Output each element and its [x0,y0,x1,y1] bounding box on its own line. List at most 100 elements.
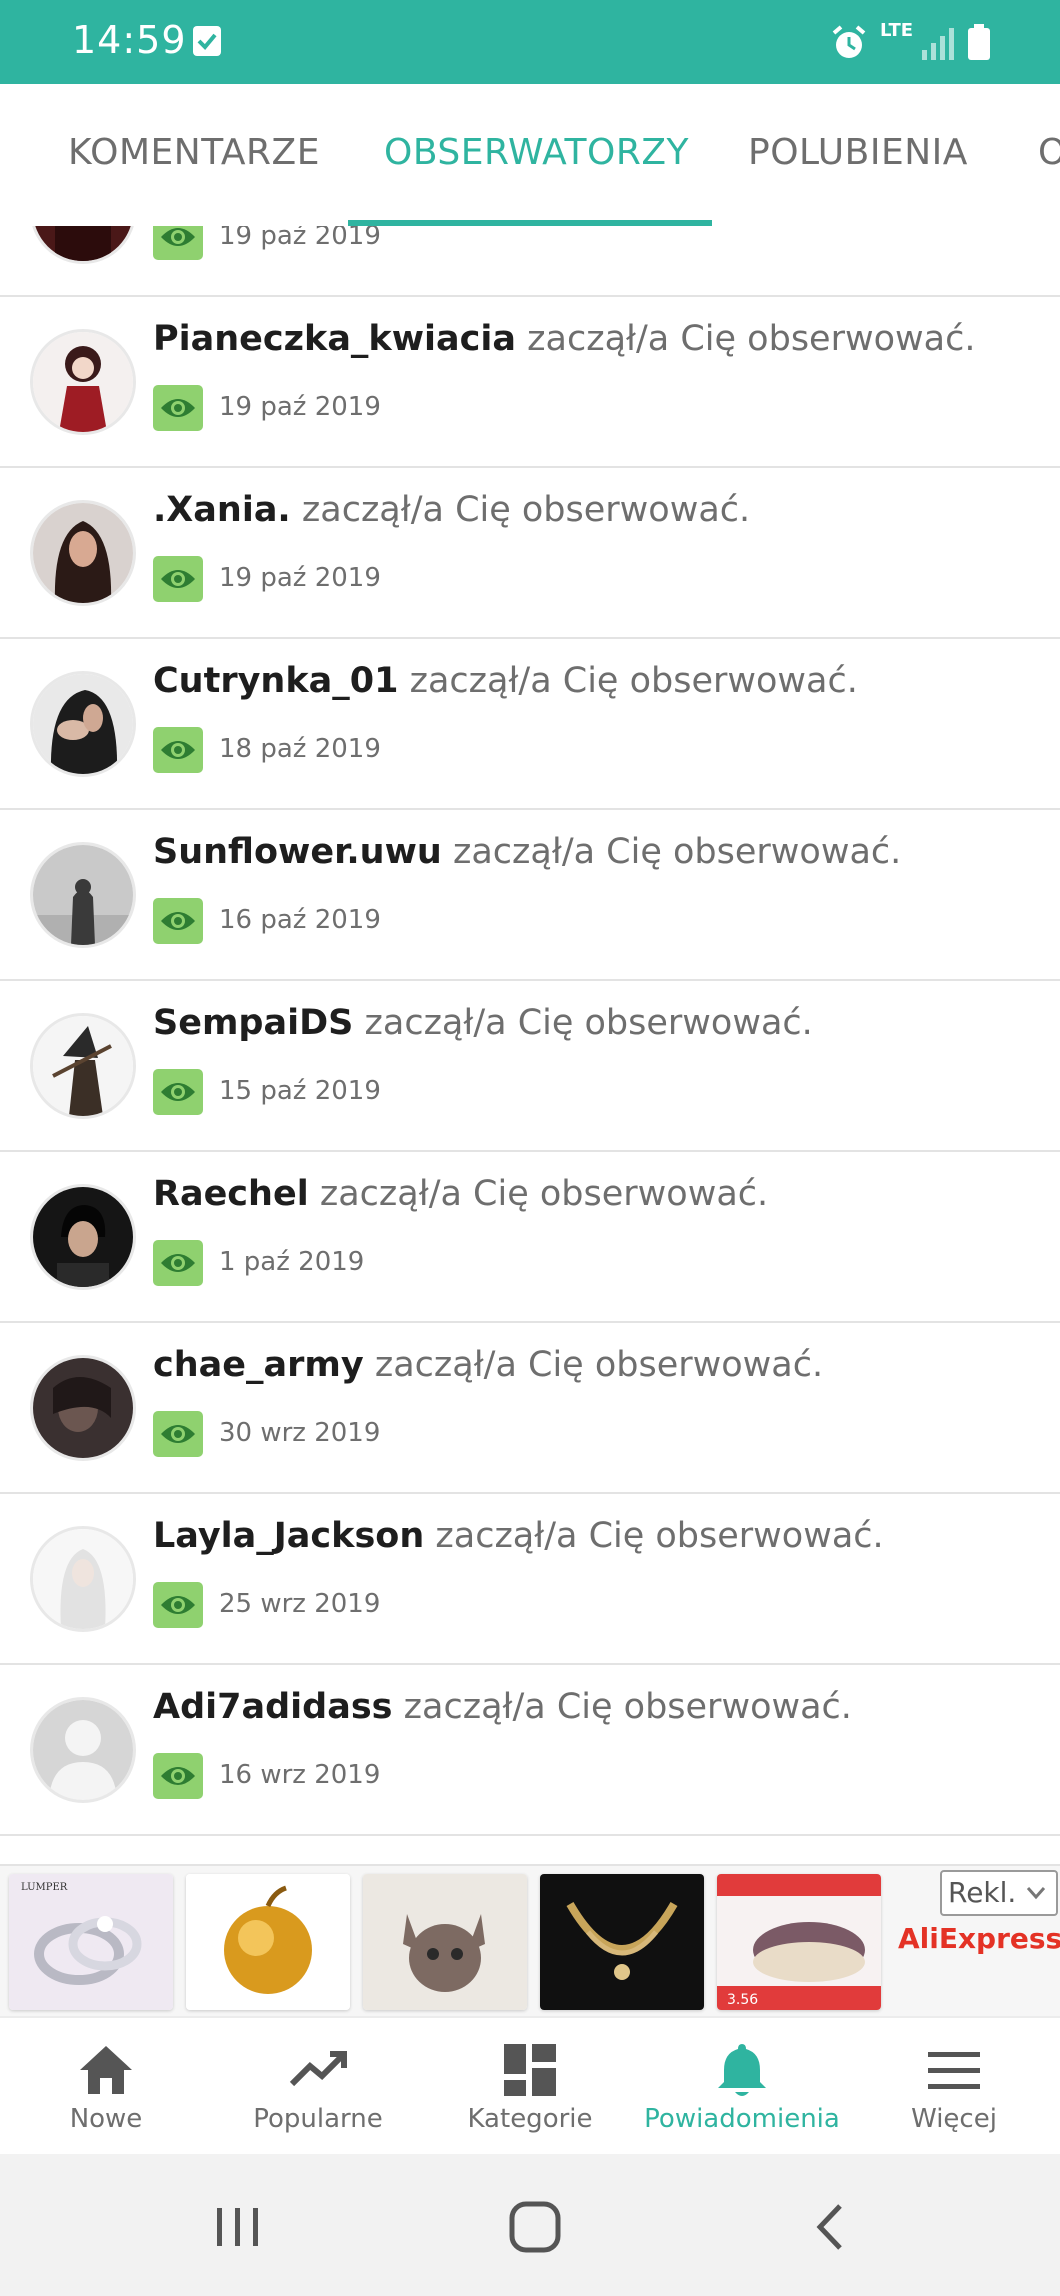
notification-action: zaczął/a Cię obserwować. [452,832,902,872]
list-item[interactable]: SempaiDS zaczął/a Cię obserwować. 15 paź… [0,981,1060,1152]
nav-kategorie[interactable]: Kategorie [424,2018,636,2156]
ad-choices-badge[interactable]: Rekl. [940,1870,1058,1916]
svg-text:3.56: 3.56 [727,1992,758,2008]
username-link[interactable]: SempaiDS [153,1003,353,1043]
chevron-down-icon [1026,1887,1046,1900]
svg-text:LUMPER: LUMPER [21,1882,68,1893]
username-link[interactable]: Sunflower.uwu [153,832,442,872]
notification-action: zaczął/a Cię obserwować. [435,1516,884,1556]
list-item[interactable]: Layla_Jackson zaczął/a Cię obserwować. 2… [0,1494,1060,1665]
eye-icon [153,727,203,773]
username-link[interactable]: Raechel [153,1174,309,1214]
notification-date: 1 paź 2019 [219,1247,365,1277]
nav-powiadomienia[interactable]: Powiadomienia [636,2018,848,2156]
bottom-navigation: Nowe Popularne Kategorie Powiadomienia W… [0,2016,1060,2154]
tab-polubienia[interactable]: POLUBIENIA [748,132,968,173]
nav-nowe[interactable]: Nowe [0,2018,212,2156]
avatar [30,1355,136,1461]
list-item[interactable]: Sunflower.uwu zaczął/a Cię obserwować. 1… [0,810,1060,981]
status-bar: 14:59 LTE [0,0,1060,84]
eye-icon [153,556,203,602]
nav-label: Więcej [911,2104,997,2134]
notification-action: zaczął/a Cię obserwować. [374,1345,824,1385]
notification-action: zaczął/a Cię obserwować. [301,490,751,530]
notification-list: 19 paź 2019 Pianeczka_kwiacia zaczął/a C… [0,226,1060,1864]
notification-action: zaczął/a Cię obserwować. [403,1687,852,1727]
notification-action: zaczął/a Cię obserwować. [364,1003,813,1043]
notification-date: 16 paź 2019 [219,905,381,935]
nav-label: Popularne [253,2104,383,2134]
notification-text: Adi7adidass zaczął/a Cię obserwować. [153,1687,852,1727]
list-item[interactable]: chae_army zaczął/a Cię obserwować. 30 wr… [0,1323,1060,1494]
nav-popularne[interactable]: Popularne [212,2018,424,2156]
notification-action: zaczął/a Cię obserwować. [527,319,976,359]
aliexpress-logo[interactable]: AliExpress [898,1922,1060,1955]
ad-necklace-product[interactable] [540,1874,704,2010]
avatar [30,226,136,264]
notification-text: Layla_Jackson zaczął/a Cię obserwować. [153,1516,884,1556]
status-time: 14:59 [72,18,187,62]
eye-icon [153,1411,203,1457]
nav-label: Powiadomienia [644,2104,840,2134]
notification-action: zaczął/a Cię obserwować. [409,661,858,701]
list-item[interactable]: Pianeczka_kwiacia zaczął/a Cię obserwowa… [0,297,1060,468]
back-icon[interactable] [796,2192,866,2262]
home-icon [80,2046,132,2094]
list-item[interactable]: Raechel zaczął/a Cię obserwować. 1 paź 2… [0,1152,1060,1323]
avatar [30,329,136,435]
nav-wiecej[interactable]: Więcej [848,2018,1060,2156]
list-item[interactable]: Adi7adidass zaczął/a Cię obserwować. 16 … [0,1665,1060,1836]
notification-text: Raechel zaczął/a Cię obserwować. [153,1174,768,1214]
nav-label: Kategorie [467,2104,593,2134]
avatar [30,1526,136,1632]
username-link[interactable]: .Xania. [153,490,291,530]
categories-icon [504,2044,556,2096]
lte-indicator: LTE [880,20,914,41]
ad-golden-apple-product[interactable] [186,1874,350,2010]
list-item[interactable]: Cutrynka_01 zaczął/a Cię obserwować. 18 … [0,639,1060,810]
alarm-icon [830,24,868,66]
avatar [30,1184,136,1290]
notification-date: 15 paź 2019 [219,1076,381,1106]
notification-date: 19 paź 2019 [219,226,381,251]
ad-kitten-product[interactable] [363,1874,527,2010]
username-link[interactable]: Adi7adidass [153,1687,393,1727]
username-link[interactable]: Pianeczka_kwiacia [153,319,516,359]
list-item[interactable]: 19 paź 2019 [0,226,1060,297]
eye-icon [153,226,203,260]
trending-icon [289,2051,347,2087]
username-link[interactable]: Layla_Jackson [153,1516,424,1556]
system-navigation-bar [0,2154,1060,2296]
ad-ring-product[interactable]: LUMPER [9,1874,173,2010]
notification-text: Pianeczka_kwiacia zaczął/a Cię obserwowa… [153,319,975,359]
notification-check-icon [193,26,221,56]
eye-icon [153,385,203,431]
eye-icon [153,1240,203,1286]
tab-obserwatorzy[interactable]: OBSERWATORZY [384,132,689,173]
notification-date: 16 wrz 2019 [219,1760,381,1790]
avatar [30,500,136,606]
recent-apps-icon[interactable] [203,2192,273,2262]
avatar [30,1013,136,1119]
username-link[interactable]: chae_army [153,1345,364,1385]
ad-rug-product[interactable]: 3.56 [717,1874,881,2010]
notification-text: chae_army zaczął/a Cię obserwować. [153,1345,823,1385]
tab-next-partial[interactable]: O [1038,132,1060,173]
notification-date: 19 paź 2019 [219,563,381,593]
list-item[interactable]: .Xania. zaczął/a Cię obserwować. 19 paź … [0,468,1060,639]
notification-date: 19 paź 2019 [219,392,381,422]
notification-text: Cutrynka_01 zaczął/a Cię obserwować. [153,661,858,701]
tab-komentarze[interactable]: KOMENTARZE [68,132,320,173]
notification-date: 25 wrz 2019 [219,1589,381,1619]
notification-date: 18 paź 2019 [219,734,381,764]
notification-text: Sunflower.uwu zaczął/a Cię obserwować. [153,832,901,872]
battery-icon [968,24,990,60]
ad-banner[interactable]: LUMPER 3.56 Rekl. AliExpress [0,1864,1060,2016]
menu-icon [928,2052,980,2089]
bell-icon [718,2044,766,2096]
username-link[interactable]: Cutrynka_01 [153,661,398,701]
home-circle-icon[interactable] [500,2192,570,2262]
notification-text: SempaiDS zaczął/a Cię obserwować. [153,1003,813,1043]
default-user-icon [30,1697,136,1803]
notification-action: zaczął/a Cię obserwować. [319,1174,769,1214]
